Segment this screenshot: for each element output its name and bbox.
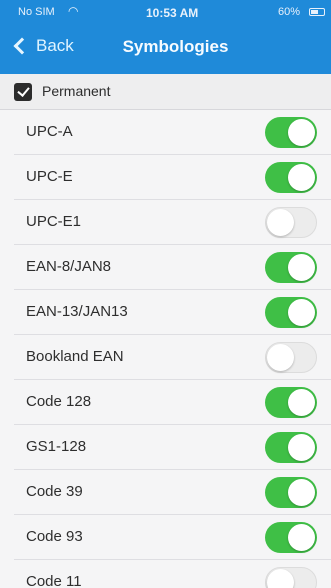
- toggle-knob: [288, 299, 315, 326]
- symbology-list: UPC-A UPC-E UPC-E1 EAN-8/JAN8 EAN-13/JAN13 Bo…: [0, 110, 331, 588]
- symbology-toggle[interactable]: [265, 252, 317, 283]
- symbology-label: Code 128: [26, 393, 92, 410]
- battery-icon: [309, 8, 325, 16]
- screen: No SIM ◠ 10:53 AM 60% Back Symbologies P…: [0, 0, 331, 588]
- symbology-row: Bookland EAN: [14, 335, 331, 380]
- top-bar: No SIM ◠ 10:53 AM 60% Back Symbologies: [0, 0, 331, 74]
- permanent-label: Permanent: [42, 83, 111, 99]
- toggle-knob: [288, 524, 315, 551]
- clock: 10:53 AM: [146, 6, 199, 20]
- symbology-row: GS1-128: [14, 425, 331, 470]
- carrier-label: No SIM: [18, 6, 55, 18]
- symbology-row: Code 11: [14, 560, 331, 588]
- battery-percent: 60%: [278, 6, 301, 18]
- toggle-knob: [288, 254, 315, 281]
- symbology-label: UPC-A: [26, 123, 73, 140]
- symbology-row: UPC-A: [14, 110, 331, 155]
- toggle-knob: [288, 479, 315, 506]
- toggle-knob: [288, 434, 315, 461]
- toggle-knob: [267, 209, 294, 236]
- permanent-checkbox[interactable]: [14, 83, 32, 101]
- symbology-toggle[interactable]: [265, 297, 317, 328]
- navigation-bar: Back Symbologies: [0, 24, 331, 70]
- toggle-knob: [288, 164, 315, 191]
- toggle-knob: [288, 119, 315, 146]
- symbology-toggle[interactable]: [265, 522, 317, 553]
- page-title: Symbologies: [122, 37, 229, 56]
- symbology-toggle[interactable]: [265, 387, 317, 418]
- symbology-toggle[interactable]: [265, 207, 317, 238]
- permanent-row[interactable]: Permanent: [0, 74, 331, 110]
- wifi-icon: ◠: [68, 4, 79, 18]
- symbology-label: Code 11: [26, 573, 82, 588]
- symbology-row: Code 93: [14, 515, 331, 560]
- symbology-row: UPC-E: [14, 155, 331, 200]
- symbology-row: UPC-E1: [14, 200, 331, 245]
- symbology-row: Code 39: [14, 470, 331, 515]
- symbology-label: EAN-8/JAN8: [26, 258, 112, 275]
- symbology-row: EAN-13/JAN13: [14, 290, 331, 335]
- toggle-knob: [267, 569, 294, 588]
- symbology-label: UPC-E1: [26, 213, 82, 230]
- symbology-label: EAN-13/JAN13: [26, 303, 128, 320]
- symbology-label: Bookland EAN: [26, 348, 124, 365]
- symbology-toggle[interactable]: [265, 567, 317, 588]
- symbology-toggle[interactable]: [265, 342, 317, 373]
- symbology-label: UPC-E: [26, 168, 73, 185]
- toggle-knob: [288, 389, 315, 416]
- symbology-toggle[interactable]: [265, 477, 317, 508]
- symbology-toggle[interactable]: [265, 162, 317, 193]
- status-bar: No SIM ◠ 10:53 AM 60%: [0, 0, 331, 24]
- toggle-knob: [267, 344, 294, 371]
- symbology-toggle[interactable]: [265, 432, 317, 463]
- symbology-row: EAN-8/JAN8: [14, 245, 331, 290]
- symbology-row: Code 128: [14, 380, 331, 425]
- symbology-label: Code 39: [26, 483, 83, 500]
- symbology-label: Code 93: [26, 528, 83, 545]
- symbology-label: GS1-128: [26, 438, 87, 455]
- symbology-toggle[interactable]: [265, 117, 317, 148]
